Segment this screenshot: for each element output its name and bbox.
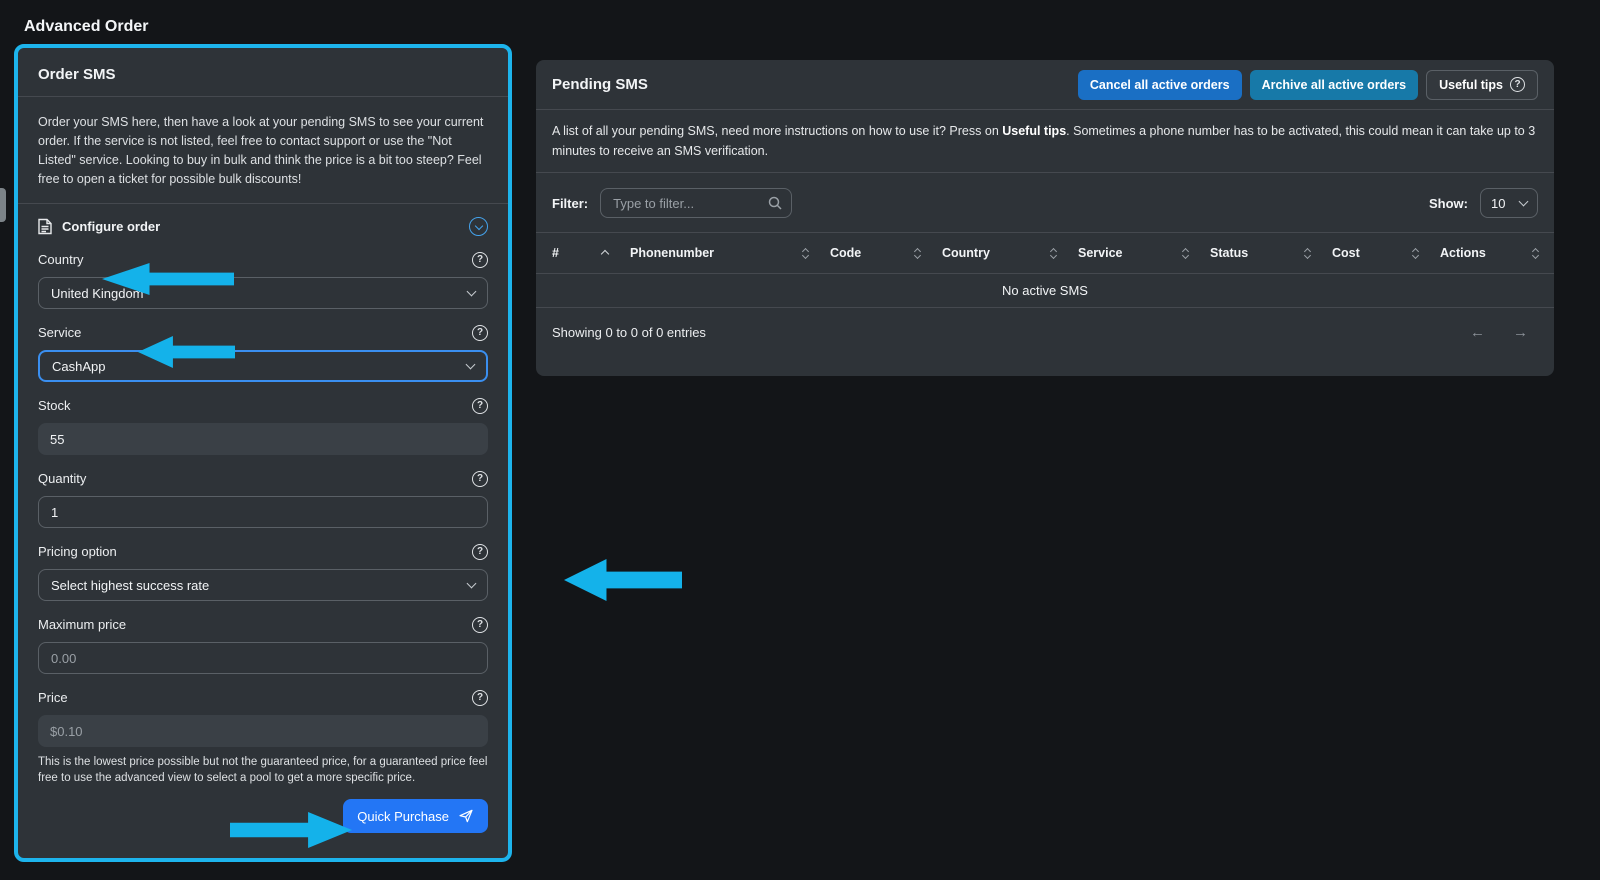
help-icon: ? bbox=[1510, 77, 1525, 92]
maximum-price-label: Maximum price bbox=[38, 617, 126, 632]
filter-label: Filter: bbox=[552, 196, 588, 211]
cancel-all-orders-button[interactable]: Cancel all active orders bbox=[1078, 70, 1242, 100]
document-icon bbox=[38, 218, 52, 235]
country-select[interactable]: United Kingdom bbox=[38, 277, 488, 309]
column-header-status[interactable]: Status bbox=[1210, 246, 1332, 260]
stock-label: Stock bbox=[38, 398, 71, 413]
price-field: Price ? bbox=[38, 689, 488, 747]
service-field: Service ? CashApp bbox=[38, 324, 488, 382]
price-note: This is the lowest price possible but no… bbox=[38, 754, 488, 786]
help-icon[interactable]: ? bbox=[472, 325, 488, 341]
pending-sms-panel: Pending SMS Cancel all active orders Arc… bbox=[536, 60, 1554, 376]
page-size-select[interactable]: 10 bbox=[1480, 188, 1538, 218]
divider bbox=[18, 203, 508, 204]
maximum-price-field: Maximum price ? bbox=[38, 616, 488, 674]
pending-panel-title: Pending SMS bbox=[552, 76, 648, 93]
showing-entries-text: Showing 0 to 0 of 0 entries bbox=[552, 325, 706, 340]
next-page-icon[interactable]: → bbox=[1513, 324, 1528, 341]
order-panel-title: Order SMS bbox=[18, 48, 508, 97]
search-icon bbox=[767, 195, 783, 211]
column-header-number[interactable]: # bbox=[552, 246, 630, 260]
country-label: Country bbox=[38, 252, 84, 267]
configure-order-label: Configure order bbox=[62, 219, 160, 234]
chevron-down-icon bbox=[467, 579, 477, 589]
column-header-code[interactable]: Code bbox=[830, 246, 942, 260]
quick-purchase-button[interactable]: Quick Purchase bbox=[343, 799, 488, 833]
chevron-down-icon bbox=[1519, 197, 1529, 207]
sort-icon[interactable] bbox=[803, 249, 808, 258]
pending-description: A list of all your pending SMS, need mor… bbox=[536, 110, 1554, 173]
column-header-country[interactable]: Country bbox=[942, 246, 1078, 260]
help-icon[interactable]: ? bbox=[472, 252, 488, 268]
page-title: Advanced Order bbox=[24, 18, 148, 36]
price-input bbox=[38, 715, 488, 747]
service-select[interactable]: CashApp bbox=[38, 350, 488, 382]
column-header-service[interactable]: Service bbox=[1078, 246, 1210, 260]
sort-icon[interactable] bbox=[1305, 249, 1310, 258]
show-label: Show: bbox=[1429, 196, 1468, 211]
order-description: Order your SMS here, then have a look at… bbox=[38, 113, 488, 189]
column-header-cost[interactable]: Cost bbox=[1332, 246, 1440, 260]
help-icon[interactable]: ? bbox=[472, 471, 488, 487]
price-label: Price bbox=[38, 690, 68, 705]
sidebar-handle[interactable] bbox=[0, 188, 6, 222]
sort-asc-icon[interactable] bbox=[602, 246, 608, 260]
sort-icon[interactable] bbox=[915, 249, 920, 258]
stock-input bbox=[38, 423, 488, 455]
help-icon[interactable]: ? bbox=[472, 617, 488, 633]
help-icon[interactable]: ? bbox=[472, 544, 488, 560]
chevron-down-icon bbox=[467, 287, 477, 297]
useful-tips-button[interactable]: Useful tips ? bbox=[1426, 70, 1538, 100]
filter-input[interactable] bbox=[600, 188, 792, 218]
column-header-phonenumber[interactable]: Phonenumber bbox=[630, 246, 830, 260]
quantity-label: Quantity bbox=[38, 471, 86, 486]
pricing-option-field: Pricing option ? Select highest success … bbox=[38, 543, 488, 601]
stock-field: Stock ? bbox=[38, 397, 488, 455]
sort-icon[interactable] bbox=[1413, 249, 1418, 258]
table-header-row: # Phonenumber Code Country Service Statu… bbox=[536, 232, 1554, 274]
collapse-chevron-icon[interactable] bbox=[469, 217, 488, 236]
service-label: Service bbox=[38, 325, 81, 340]
chevron-down-icon bbox=[466, 360, 476, 370]
quantity-field: Quantity ? bbox=[38, 470, 488, 528]
maximum-price-input[interactable] bbox=[38, 642, 488, 674]
configure-order-section[interactable]: Configure order bbox=[38, 217, 488, 236]
sort-icon[interactable] bbox=[1051, 249, 1056, 258]
sort-icon[interactable] bbox=[1533, 249, 1538, 258]
previous-page-icon[interactable]: ← bbox=[1470, 324, 1485, 341]
help-icon[interactable]: ? bbox=[472, 690, 488, 706]
column-header-actions[interactable]: Actions bbox=[1440, 246, 1538, 260]
help-icon[interactable]: ? bbox=[472, 398, 488, 414]
pricing-option-label: Pricing option bbox=[38, 544, 117, 559]
pricing-option-select[interactable]: Select highest success rate bbox=[38, 569, 488, 601]
quantity-input[interactable] bbox=[38, 496, 488, 528]
empty-table-message: No active SMS bbox=[536, 274, 1554, 308]
send-icon bbox=[458, 808, 474, 824]
sort-icon[interactable] bbox=[1183, 249, 1188, 258]
archive-all-orders-button[interactable]: Archive all active orders bbox=[1250, 70, 1419, 100]
annotation-arrow-middle bbox=[564, 559, 682, 601]
order-sms-panel: Order SMS Order your SMS here, then have… bbox=[14, 44, 512, 862]
